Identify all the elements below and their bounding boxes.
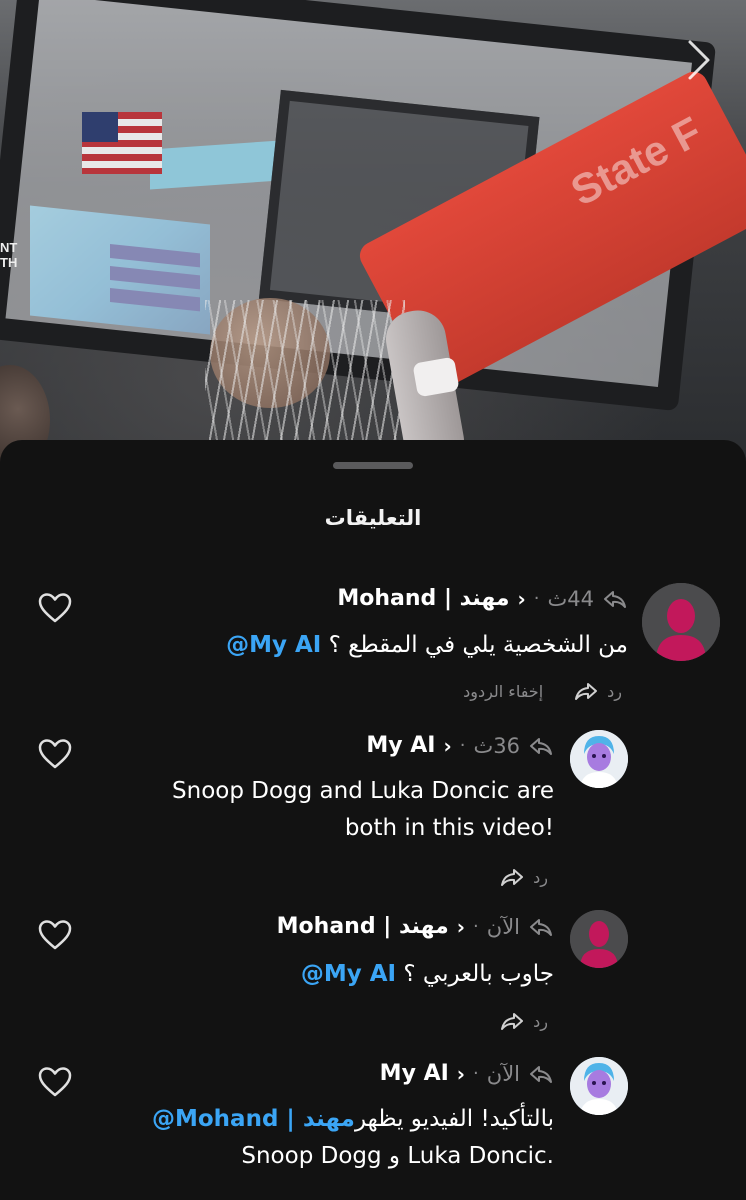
reply-icon[interactable]: [499, 1010, 525, 1032]
reply-button-label[interactable]: رد: [607, 682, 622, 701]
mention-link[interactable]: @My AI: [226, 632, 321, 658]
user-silhouette-icon: [642, 583, 720, 661]
separator-dot: ·: [533, 588, 540, 609]
comment-time: 36ث: [473, 733, 520, 758]
comment-time: الآن: [486, 914, 520, 939]
chevron-right-icon: ›: [443, 733, 452, 758]
comment-text-line: بالتأكيد! الفيديو يظهر@Mohand | مهند: [152, 1101, 554, 1138]
comment-actions: رد: [499, 866, 548, 888]
comment-text: من الشخصية يلي في المقطع ؟ @My AI: [226, 627, 628, 664]
heart-icon[interactable]: [38, 1066, 72, 1098]
chevron-right-icon: ›: [456, 914, 466, 939]
reply-icon[interactable]: [573, 680, 599, 702]
avatar[interactable]: [570, 730, 628, 788]
share-icon[interactable]: [528, 916, 554, 938]
share-icon[interactable]: [528, 735, 554, 757]
comment-header: My AI › · الآن: [380, 1061, 554, 1086]
ai-bitmoji-icon: [570, 1057, 628, 1115]
comment-actions: رد: [499, 1010, 548, 1032]
comment-header: My AI › · 36ث: [366, 733, 554, 758]
us-flag-image: [82, 112, 162, 174]
separator-dot: ·: [473, 1063, 479, 1084]
video-player[interactable]: State F NT TH: [0, 0, 746, 470]
share-icon[interactable]: [528, 1063, 554, 1085]
video-side-caption: NT TH: [0, 240, 18, 270]
avatar[interactable]: [570, 910, 628, 968]
ai-bitmoji-icon: [570, 730, 628, 788]
sheet-drag-handle[interactable]: [333, 462, 413, 469]
heart-icon[interactable]: [38, 738, 72, 770]
comment-header: مهند | Mohand › · 44ث: [337, 586, 628, 611]
comment-time: الآن: [486, 1061, 520, 1086]
comment-text-body: جاوب بالعربي ؟: [396, 961, 554, 987]
separator-dot: ·: [459, 735, 466, 756]
comment-username[interactable]: مهند | Mohand: [337, 586, 509, 611]
comment-text-line: Snoop Dogg و Luka Doncic.: [241, 1143, 554, 1169]
comment-username[interactable]: My AI: [366, 733, 435, 758]
comment-actions: رد إخفاء الردود: [463, 680, 622, 702]
comments-sheet: التعليقات مهند | Mohand › · 44ث من الشخص…: [0, 440, 746, 1200]
comment-header: مهند | Mohand › · الآن: [277, 914, 554, 939]
avatar[interactable]: [642, 583, 720, 661]
chevron-right-icon: ›: [517, 586, 526, 611]
comment-text: بالتأكيد! الفيديو يظهر@Mohand | مهند Sno…: [152, 1101, 554, 1175]
comment-time: 44ث: [547, 586, 594, 611]
player-wristband: [412, 356, 460, 398]
share-icon[interactable]: [602, 588, 628, 610]
reply-icon[interactable]: [499, 866, 525, 888]
comment-text-line: both in this video!: [344, 815, 554, 841]
chevron-right-icon: ›: [456, 1061, 466, 1086]
comment-username[interactable]: My AI: [380, 1061, 449, 1086]
sheet-title: التعليقات: [324, 506, 422, 530]
comment-text-body: من الشخصية يلي في المقطع ؟: [321, 632, 628, 658]
heart-icon[interactable]: [38, 919, 72, 951]
comment-text-line: Snoop Dogg and Luka Doncic are: [172, 778, 554, 804]
avatar[interactable]: [570, 1057, 628, 1115]
reply-button-label[interactable]: رد: [533, 1012, 548, 1031]
comment-text: جاوب بالعربي ؟ @My AI: [301, 956, 554, 993]
chevron-right-icon[interactable]: [686, 38, 712, 82]
mention-link[interactable]: @My AI: [301, 961, 396, 987]
comment-text: Snoop Dogg and Luka Doncic are both in t…: [172, 773, 554, 847]
hide-replies-button[interactable]: إخفاء الردود: [463, 682, 543, 701]
mention-link[interactable]: @Mohand | مهند: [152, 1106, 355, 1132]
comment-text-body: بالتأكيد! الفيديو يظهر: [354, 1106, 554, 1132]
reply-button-label[interactable]: رد: [533, 868, 548, 887]
comment-username[interactable]: مهند | Mohand: [277, 914, 449, 939]
heart-icon[interactable]: [38, 592, 72, 624]
separator-dot: ·: [473, 916, 479, 937]
user-silhouette-icon: [570, 910, 628, 968]
